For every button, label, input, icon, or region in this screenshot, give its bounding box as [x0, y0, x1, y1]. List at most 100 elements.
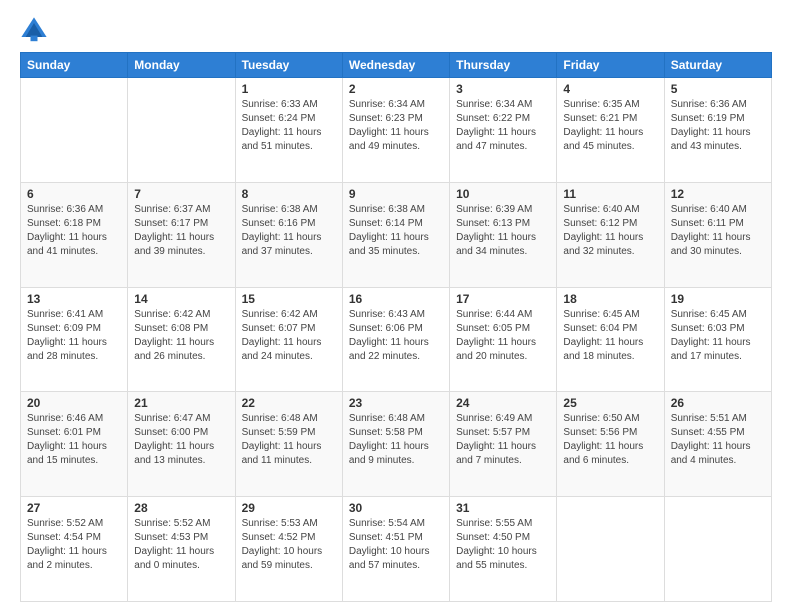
calendar-cell: 31 Sunrise: 5:55 AM Sunset: 4:50 PM Dayli… — [450, 497, 557, 602]
day-info: Sunrise: 6:37 AM Sunset: 6:17 PM Dayligh… — [134, 203, 228, 259]
calendar-cell: 2Sunrise: 6:34 AM Sunset: 6:23 PM Daylig… — [342, 78, 449, 183]
day-info: Sunrise: 6:40 AM Sunset: 6:12 PM Dayligh… — [563, 203, 657, 259]
day-info: Sunrise: 6:36 AM Sunset: 6:19 PM Dayligh… — [671, 98, 765, 154]
calendar-cell: 16Sunrise: 6:43 AM Sunset: 6:06 PM Dayli… — [342, 287, 449, 392]
calendar-cell: 30 Sunrise: 5:54 AM Sunset: 4:51 PM Dayli… — [342, 497, 449, 602]
calendar-cell — [664, 497, 771, 602]
calendar-cell: 15Sunrise: 6:42 AM Sunset: 6:07 PM Dayli… — [235, 287, 342, 392]
calendar-cell: 10 Sunrise: 6:39 AM Sunset: 6:13 PM Dayli… — [450, 182, 557, 287]
calendar-cell — [557, 497, 664, 602]
day-number: 9 — [349, 187, 443, 201]
calendar-cell: 3 Sunrise: 6:34 AM Sunset: 6:22 PM Daylig… — [450, 78, 557, 183]
day-number: 24 — [456, 396, 550, 410]
calendar-cell: 17 Sunrise: 6:44 AM Sunset: 6:05 PM Dayli… — [450, 287, 557, 392]
day-number: 12 — [671, 187, 765, 201]
day-number: 6 — [27, 187, 121, 201]
day-info: Sunrise: 6:42 AM Sunset: 6:08 PM Dayligh… — [134, 308, 228, 364]
day-number: 14 — [134, 292, 228, 306]
day-info: Sunrise: 6:38 AM Sunset: 6:14 PM Dayligh… — [349, 203, 443, 259]
calendar-cell: 11Sunrise: 6:40 AM Sunset: 6:12 PM Dayli… — [557, 182, 664, 287]
calendar-cell: 4 Sunrise: 6:35 AM Sunset: 6:21 PM Daylig… — [557, 78, 664, 183]
calendar-cell: 13Sunrise: 6:41 AM Sunset: 6:09 PM Dayli… — [21, 287, 128, 392]
day-number: 19 — [671, 292, 765, 306]
calendar-cell: 24 Sunrise: 6:49 AM Sunset: 5:57 PM Dayli… — [450, 392, 557, 497]
header-monday: Monday — [128, 53, 235, 78]
day-number: 30 — [349, 501, 443, 515]
header-friday: Friday — [557, 53, 664, 78]
day-number: 25 — [563, 396, 657, 410]
calendar-cell: 19 Sunrise: 6:45 AM Sunset: 6:03 PM Dayli… — [664, 287, 771, 392]
day-number: 7 — [134, 187, 228, 201]
calendar-header-row: Sunday Monday Tuesday Wednesday Thursday… — [21, 53, 772, 78]
calendar-week-3: 13Sunrise: 6:41 AM Sunset: 6:09 PM Dayli… — [21, 287, 772, 392]
day-number: 22 — [242, 396, 336, 410]
day-info: Sunrise: 5:55 AM Sunset: 4:50 PM Dayligh… — [456, 517, 550, 573]
calendar-cell: 8 Sunrise: 6:38 AM Sunset: 6:16 PM Daylig… — [235, 182, 342, 287]
day-info: Sunrise: 6:41 AM Sunset: 6:09 PM Dayligh… — [27, 308, 121, 364]
day-info: Sunrise: 6:46 AM Sunset: 6:01 PM Dayligh… — [27, 412, 121, 468]
calendar-cell: 6Sunrise: 6:36 AM Sunset: 6:18 PM Daylig… — [21, 182, 128, 287]
day-number: 20 — [27, 396, 121, 410]
day-number: 23 — [349, 396, 443, 410]
day-info: Sunrise: 5:51 AM Sunset: 4:55 PM Dayligh… — [671, 412, 765, 468]
calendar-cell: 12 Sunrise: 6:40 AM Sunset: 6:11 PM Dayli… — [664, 182, 771, 287]
day-info: Sunrise: 5:52 AM Sunset: 4:53 PM Dayligh… — [134, 517, 228, 573]
day-number: 17 — [456, 292, 550, 306]
calendar-cell: 14 Sunrise: 6:42 AM Sunset: 6:08 PM Dayli… — [128, 287, 235, 392]
day-number: 31 — [456, 501, 550, 515]
day-info: Sunrise: 6:35 AM Sunset: 6:21 PM Dayligh… — [563, 98, 657, 154]
day-info: Sunrise: 6:44 AM Sunset: 6:05 PM Dayligh… — [456, 308, 550, 364]
day-number: 3 — [456, 82, 550, 96]
calendar-week-2: 6Sunrise: 6:36 AM Sunset: 6:18 PM Daylig… — [21, 182, 772, 287]
day-info: Sunrise: 6:47 AM Sunset: 6:00 PM Dayligh… — [134, 412, 228, 468]
calendar-cell: 27 Sunrise: 5:52 AM Sunset: 4:54 PM Dayli… — [21, 497, 128, 602]
day-number: 27 — [27, 501, 121, 515]
day-info: Sunrise: 6:50 AM Sunset: 5:56 PM Dayligh… — [563, 412, 657, 468]
day-info: Sunrise: 6:39 AM Sunset: 6:13 PM Dayligh… — [456, 203, 550, 259]
calendar-week-5: 27 Sunrise: 5:52 AM Sunset: 4:54 PM Dayli… — [21, 497, 772, 602]
calendar-cell: 7 Sunrise: 6:37 AM Sunset: 6:17 PM Daylig… — [128, 182, 235, 287]
day-number: 15 — [242, 292, 336, 306]
day-info: Sunrise: 6:34 AM Sunset: 6:23 PM Dayligh… — [349, 98, 443, 154]
day-number: 4 — [563, 82, 657, 96]
page: Sunday Monday Tuesday Wednesday Thursday… — [0, 0, 792, 612]
header-tuesday: Tuesday — [235, 53, 342, 78]
day-number: 10 — [456, 187, 550, 201]
header-sunday: Sunday — [21, 53, 128, 78]
calendar-cell: 22 Sunrise: 6:48 AM Sunset: 5:59 PM Dayli… — [235, 392, 342, 497]
day-info: Sunrise: 6:48 AM Sunset: 5:59 PM Dayligh… — [242, 412, 336, 468]
header-saturday: Saturday — [664, 53, 771, 78]
calendar-cell: 9 Sunrise: 6:38 AM Sunset: 6:14 PM Daylig… — [342, 182, 449, 287]
calendar-cell: 23Sunrise: 6:48 AM Sunset: 5:58 PM Dayli… — [342, 392, 449, 497]
day-info: Sunrise: 5:54 AM Sunset: 4:51 PM Dayligh… — [349, 517, 443, 573]
day-info: Sunrise: 6:45 AM Sunset: 6:03 PM Dayligh… — [671, 308, 765, 364]
calendar-cell — [21, 78, 128, 183]
day-number: 29 — [242, 501, 336, 515]
day-info: Sunrise: 6:40 AM Sunset: 6:11 PM Dayligh… — [671, 203, 765, 259]
day-info: Sunrise: 6:38 AM Sunset: 6:16 PM Dayligh… — [242, 203, 336, 259]
day-number: 21 — [134, 396, 228, 410]
logo-icon — [20, 16, 48, 44]
day-number: 26 — [671, 396, 765, 410]
calendar-cell: 18Sunrise: 6:45 AM Sunset: 6:04 PM Dayli… — [557, 287, 664, 392]
day-number: 28 — [134, 501, 228, 515]
day-info: Sunrise: 6:33 AM Sunset: 6:24 PM Dayligh… — [242, 98, 336, 154]
day-number: 8 — [242, 187, 336, 201]
day-number: 18 — [563, 292, 657, 306]
calendar-cell — [128, 78, 235, 183]
calendar-cell: 20 Sunrise: 6:46 AM Sunset: 6:01 PM Dayli… — [21, 392, 128, 497]
day-info: Sunrise: 6:34 AM Sunset: 6:22 PM Dayligh… — [456, 98, 550, 154]
calendar-cell: 25 Sunrise: 6:50 AM Sunset: 5:56 PM Dayli… — [557, 392, 664, 497]
calendar-cell: 29Sunrise: 5:53 AM Sunset: 4:52 PM Dayli… — [235, 497, 342, 602]
calendar-cell: 5Sunrise: 6:36 AM Sunset: 6:19 PM Daylig… — [664, 78, 771, 183]
day-number: 16 — [349, 292, 443, 306]
day-number: 1 — [242, 82, 336, 96]
day-info: Sunrise: 5:52 AM Sunset: 4:54 PM Dayligh… — [27, 517, 121, 573]
header-wednesday: Wednesday — [342, 53, 449, 78]
header-thursday: Thursday — [450, 53, 557, 78]
calendar-cell: 1 Sunrise: 6:33 AM Sunset: 6:24 PM Daylig… — [235, 78, 342, 183]
calendar-cell: 21 Sunrise: 6:47 AM Sunset: 6:00 PM Dayli… — [128, 392, 235, 497]
header — [20, 16, 772, 44]
calendar-week-4: 20 Sunrise: 6:46 AM Sunset: 6:01 PM Dayli… — [21, 392, 772, 497]
day-info: Sunrise: 6:49 AM Sunset: 5:57 PM Dayligh… — [456, 412, 550, 468]
